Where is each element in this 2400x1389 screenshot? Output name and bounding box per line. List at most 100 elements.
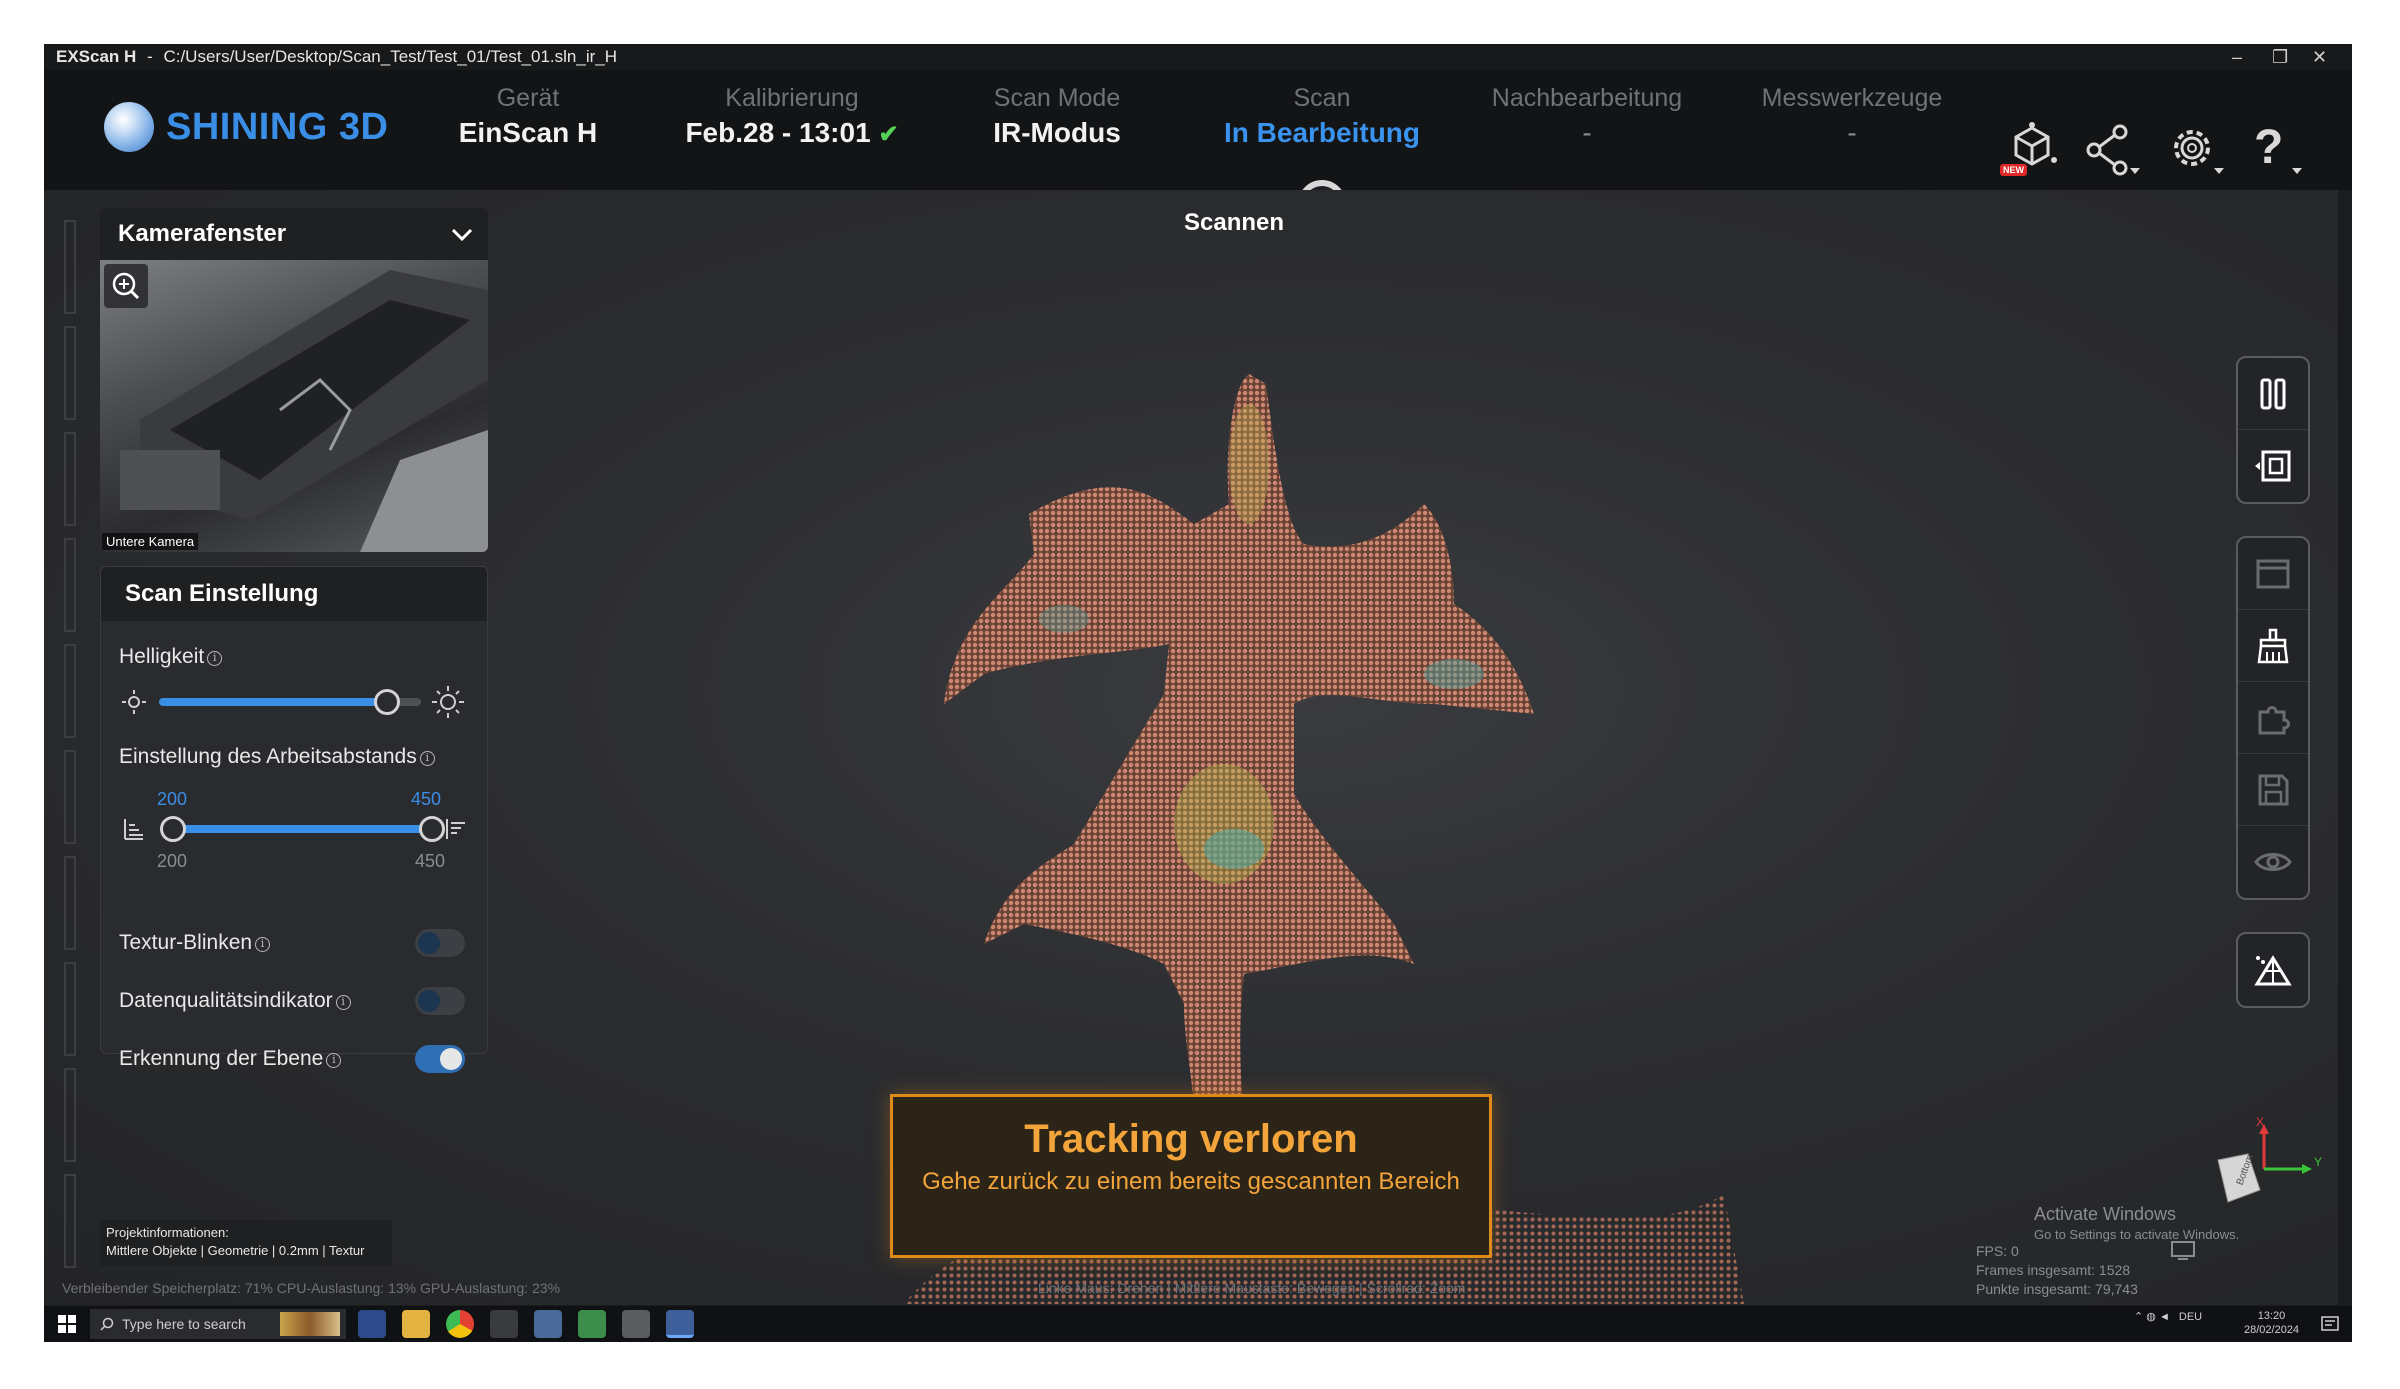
puzzle-icon: [2258, 705, 2290, 734]
range-min-thumb[interactable]: [160, 816, 186, 842]
select-area-button[interactable]: [2238, 538, 2308, 610]
share-button[interactable]: [2080, 120, 2144, 180]
zoom-in-button[interactable]: [104, 264, 148, 308]
clean-button[interactable]: [2238, 610, 2308, 682]
visibility-button[interactable]: [2238, 826, 2308, 898]
brightness-label: Helligkeit i: [119, 645, 223, 669]
activate-subtitle: Go to Settings to activate Windows.: [2034, 1227, 2240, 1242]
mouse-hint: Linke Maus: Drehen | Mittlere Maustaste:…: [1038, 1280, 1466, 1296]
info-icon[interactable]: i: [207, 651, 223, 666]
pause-scan-button[interactable]: [2238, 358, 2308, 430]
step-measure-tools[interactable]: Messwerkzeuge -: [1722, 84, 1982, 149]
points-total: Punkte insgesamt: 79,743: [1976, 1281, 2138, 1297]
info-icon[interactable]: i: [255, 937, 271, 952]
info-icon[interactable]: i: [326, 1053, 342, 1068]
tracking-lost-alert: Tracking verloren Gehe zurück zu einem b…: [890, 1094, 1492, 1258]
activate-windows-watermark: Activate Windows Go to Settings to activ…: [2034, 1204, 2239, 1242]
camera-panel: Kamerafenster Untere Kamera: [100, 208, 488, 552]
file-explorer-app-icon[interactable]: [402, 1310, 430, 1338]
mesh-triangle-icon: [2254, 955, 2292, 986]
system-tray[interactable]: ⌃ ◍ ◄ DEU: [2134, 1310, 2202, 1323]
camera-feed-image: [120, 270, 488, 552]
step-label: Nachbearbeitung: [1491, 84, 1683, 112]
step-label: Gerät: [496, 84, 560, 112]
range-max-thumb[interactable]: [419, 816, 445, 842]
close-button[interactable]: ✕: [2312, 44, 2327, 70]
window-app-icon[interactable]: [534, 1310, 562, 1338]
windows-start-icon[interactable]: [58, 1315, 76, 1333]
scan-control-group: [2236, 356, 2310, 504]
chevron-down-icon[interactable]: [448, 220, 476, 248]
step-device[interactable]: Gerät EinScan H: [398, 84, 658, 149]
step-scan[interactable]: Scan In Bearbeitung: [1192, 84, 1452, 149]
brightness-high-icon: [432, 686, 464, 718]
merge-button[interactable]: [2238, 682, 2308, 754]
step-label: Scan Mode: [993, 84, 1121, 112]
shield-app-icon[interactable]: [578, 1310, 606, 1338]
distance-max-limit: 450: [415, 851, 446, 871]
exscan-app-icon[interactable]: [666, 1310, 694, 1338]
powershell-app-icon[interactable]: [358, 1310, 386, 1338]
frames-total: Frames insgesamt: 1528: [1976, 1262, 2131, 1278]
search-icon: [100, 1317, 114, 1331]
near-distance-icon: [124, 819, 143, 840]
settings-button[interactable]: [2164, 120, 2228, 180]
brand-logo: SHINING 3D: [104, 102, 388, 152]
save-button[interactable]: [2238, 754, 2308, 826]
step-label: Messwerkzeuge: [1761, 84, 1943, 112]
help-button[interactable]: ?: [2248, 120, 2312, 180]
axis-x-label: X: [2256, 1115, 2264, 1129]
working-distance-label: Einstellung des Arbeitsabstands i: [119, 745, 435, 769]
taskbar-clock[interactable]: 13:20 28/02/2024: [2244, 1309, 2299, 1337]
application-window: EXScan H - C:/Users/User/Desktop/Scan_Te…: [44, 44, 2352, 1342]
slider-thumb[interactable]: [374, 689, 400, 715]
step-post-processing[interactable]: Nachbearbeitung -: [1457, 84, 1717, 149]
step-value: -: [1582, 117, 1592, 148]
workflow-header: SHINING 3D Gerät EinScan H Kalibrierung …: [44, 70, 2352, 228]
app-name: EXScan H: [56, 47, 137, 66]
screen-mode-icon[interactable]: [2170, 1240, 2196, 1260]
terminal-app-icon[interactable]: [490, 1310, 518, 1338]
volume-icon: ◄: [2158, 1311, 2170, 1323]
chrome-app-icon[interactable]: [446, 1310, 474, 1338]
camera-panel-title: Kamerafenster: [118, 220, 287, 247]
mesh-button[interactable]: [2238, 934, 2308, 1006]
info-icon[interactable]: i: [335, 995, 351, 1010]
project-path: C:/Users/User/Desktop/Scan_Test/Test_01/…: [163, 47, 617, 66]
axis-y-label: Y: [2314, 1155, 2322, 1169]
model-library-button[interactable]: NEW: [2000, 120, 2064, 180]
step-value: Feb.28 - 13:01: [685, 117, 871, 148]
language-indicator: DEU: [2178, 1311, 2203, 1323]
info-icon[interactable]: i: [419, 751, 435, 766]
step-scan-mode[interactable]: Scan Mode IR-Modus: [927, 84, 1187, 149]
data-quality-toggle[interactable]: [415, 987, 465, 1015]
texture-flash-label: Textur-Blinken i: [119, 931, 271, 955]
step-calibration[interactable]: Kalibrierung Feb.28 - 13:01 ✔: [662, 84, 922, 149]
scan-settings-title: Scan Einstellung: [101, 567, 487, 621]
distance-min-value: 200: [157, 789, 188, 809]
windows-taskbar: Type here to search ⌃ ◍ ◄ DEU 13:20 28/0…: [44, 1306, 2352, 1342]
minimize-button[interactable]: –: [2232, 44, 2242, 70]
plane-detection-toggle[interactable]: [415, 1045, 465, 1073]
step-value: In Bearbeitung: [1223, 117, 1420, 148]
check-icon: ✔: [878, 121, 899, 148]
camera-caption: Untere Kamera: [102, 533, 199, 550]
tray-chevron-icon: ⌃: [2134, 1311, 2144, 1323]
tool-app-icon[interactable]: [622, 1310, 650, 1338]
texture-flash-toggle[interactable]: [415, 929, 465, 957]
scan-point-cloud[interactable]: [894, 324, 1614, 1224]
fit-view-button[interactable]: [2238, 430, 2308, 502]
network-icon: ◍: [2146, 1311, 2156, 1323]
step-label: Kalibrierung: [725, 84, 859, 112]
new-badge: NEW: [2000, 164, 2027, 176]
broom-icon: [2257, 628, 2289, 663]
clock-date: 28/02/2024: [2244, 1324, 2300, 1336]
restore-button[interactable]: ❐: [2272, 44, 2288, 70]
notification-icon[interactable]: [2320, 1314, 2340, 1334]
camera-panel-header[interactable]: Kamerafenster: [100, 208, 488, 260]
scan-settings-panel: Scan Einstellung Helligkeit i Einstellung…: [100, 566, 488, 1073]
title-bar: EXScan H - C:/Users/User/Desktop/Scan_Te…: [44, 44, 2352, 70]
data-quality-label: Datenqualitätsindikator i: [119, 989, 351, 1013]
project-info-details: Mittlere Objekte | Geometrie | 0.2mm | T…: [106, 1243, 365, 1258]
taskbar-search-box[interactable]: Type here to search: [90, 1309, 346, 1339]
